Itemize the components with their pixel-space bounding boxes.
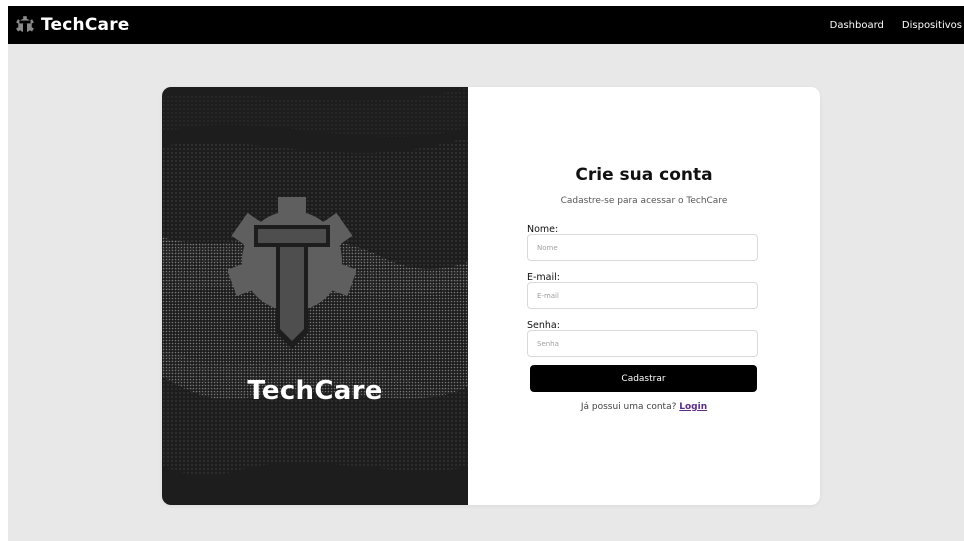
brand-link[interactable]: TechCare xyxy=(15,15,130,35)
login-link[interactable]: Login xyxy=(679,402,707,412)
nav-link-dispositivos[interactable]: Dispositivos xyxy=(902,20,962,31)
email-input[interactable] xyxy=(527,282,758,309)
form-title: Crie sua conta xyxy=(575,165,713,185)
form-subtitle: Cadastre-se para acessar o TechCare xyxy=(560,196,728,206)
signup-button[interactable]: Cadastrar xyxy=(530,365,757,392)
name-input[interactable] xyxy=(527,234,758,261)
signup-form: Crie sua conta Cadastre-se para acessar … xyxy=(468,87,820,505)
login-prompt-text: Já possui uma conta? xyxy=(580,402,677,412)
gear-t-logo-icon xyxy=(16,16,34,35)
nav-link-dashboard[interactable]: Dashboard xyxy=(830,20,884,31)
brand-panel-title: TechCare xyxy=(247,376,383,406)
page-viewport: TechCare Dashboard Dispositivos TechCare… xyxy=(8,6,964,541)
gear-t-logo-large-icon xyxy=(228,197,356,349)
password-input[interactable] xyxy=(527,330,758,357)
brand-panel: TechCare xyxy=(162,87,468,505)
brand-name: TechCare xyxy=(41,15,130,35)
top-navbar: TechCare Dashboard Dispositivos xyxy=(8,6,964,44)
login-prompt: Já possui uma conta? Login xyxy=(468,402,820,412)
signup-card: TechCare Crie sua conta Cadastre-se para… xyxy=(162,87,820,505)
nav-links: Dashboard Dispositivos xyxy=(830,6,964,44)
